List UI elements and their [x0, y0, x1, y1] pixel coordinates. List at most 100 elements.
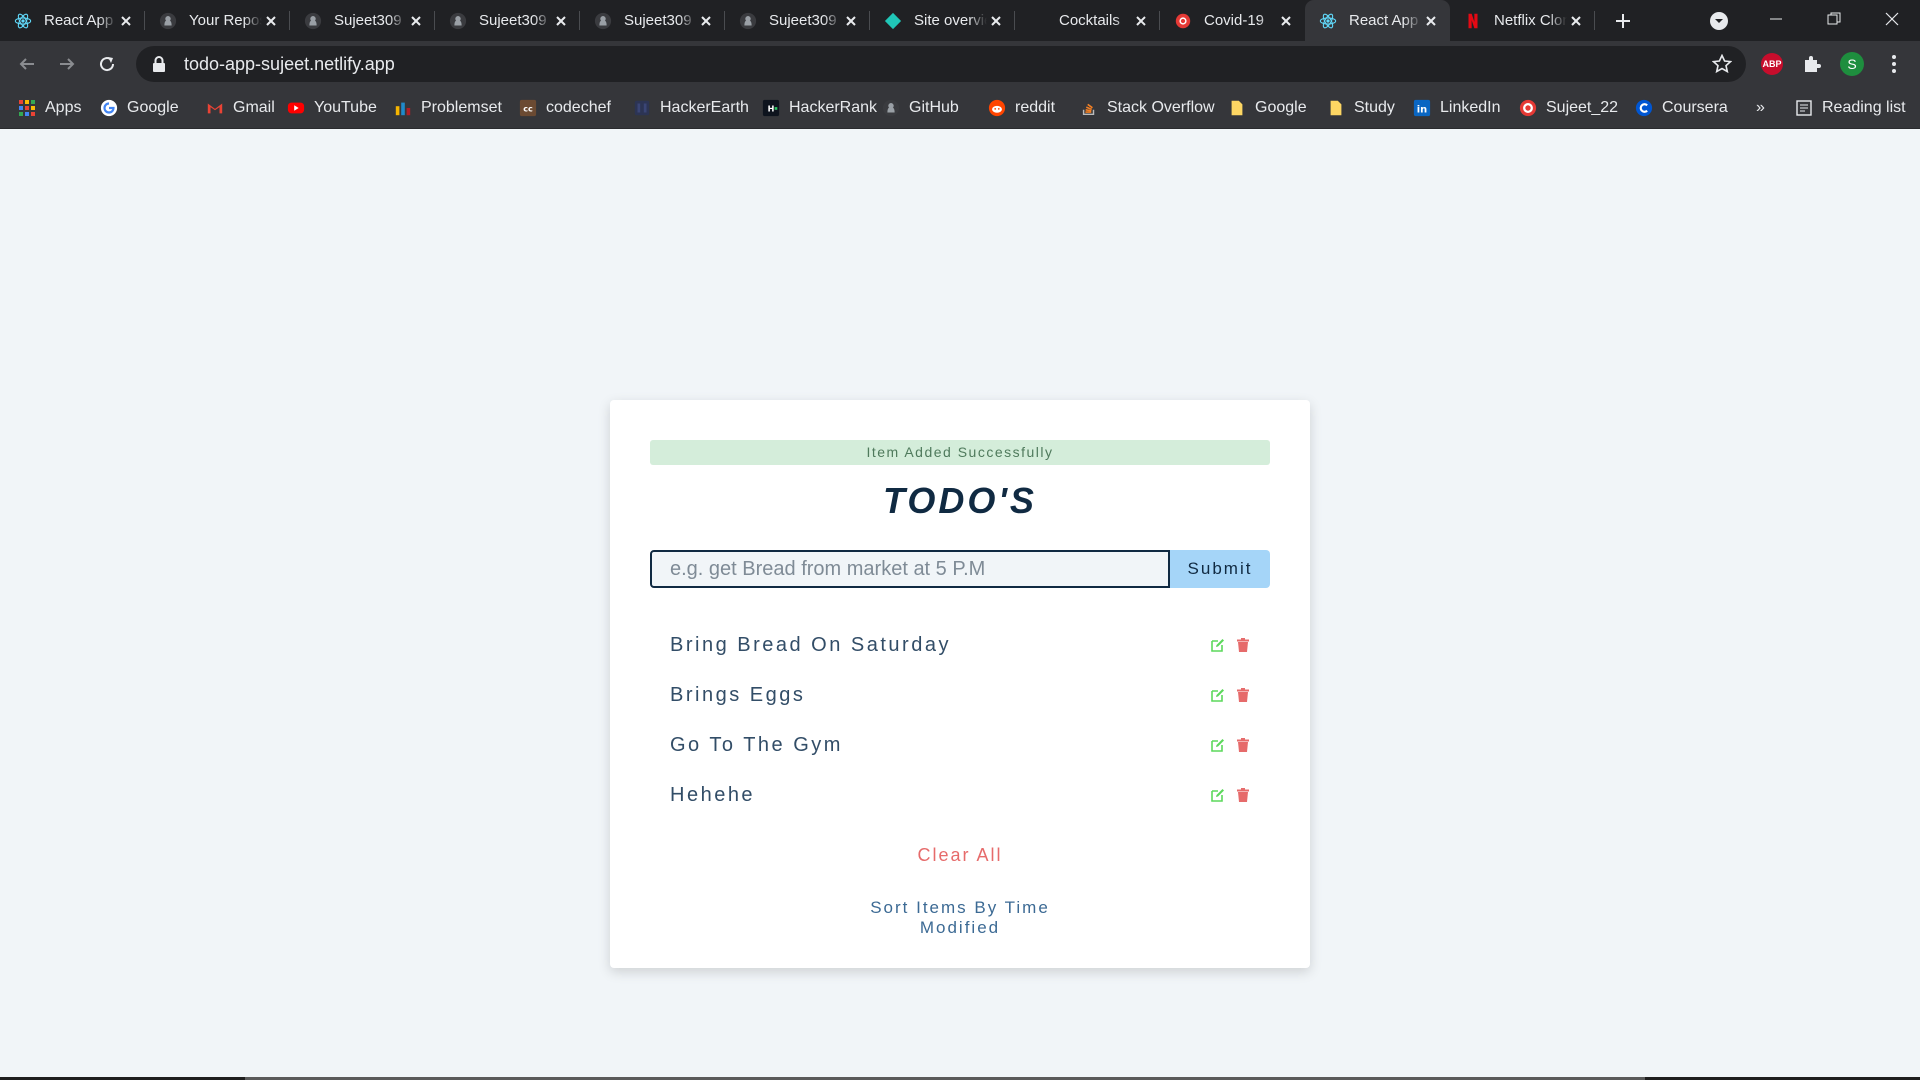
tab-active[interactable]: React App	[1305, 0, 1450, 41]
extensions-button[interactable]	[1800, 52, 1824, 76]
tab-title: Site overview	[914, 12, 987, 29]
new-tab-button[interactable]	[1603, 0, 1643, 41]
close-icon	[1885, 12, 1899, 26]
tab[interactable]: React App	[0, 0, 145, 41]
bookmark-sujeet-22[interactable]: Sujeet_22	[1519, 96, 1618, 120]
bookmark-label: Gmail	[233, 99, 275, 116]
address-bar[interactable]: todo-app-sujeet.netlify.app	[136, 46, 1746, 82]
close-window-button[interactable]	[1864, 0, 1920, 38]
tab[interactable]: Covid-19	[1160, 0, 1305, 41]
tab-close-icon[interactable]	[697, 12, 715, 30]
tab-close-icon[interactable]	[1132, 12, 1150, 30]
tab[interactable]: Sujeet309	[580, 0, 725, 41]
edit-icon[interactable]	[1210, 788, 1225, 803]
bookmark-apps[interactable]: Apps	[18, 96, 81, 120]
list-item: Brings Eggs	[650, 670, 1270, 720]
bookmark-stack-overflow[interactable]: Stack Overflow	[1080, 96, 1215, 120]
reload-button[interactable]	[92, 49, 122, 79]
list-item-title: Brings Eggs	[670, 683, 806, 706]
tab[interactable]: Your Repositories	[145, 0, 290, 41]
item-actions	[1210, 638, 1250, 653]
tab[interactable]: Sujeet309	[290, 0, 435, 41]
sort-button[interactable]: Sort Items By Time Modified	[840, 898, 1080, 938]
bookmark-youtube[interactable]: YouTube	[287, 96, 377, 120]
forward-button[interactable]	[52, 49, 82, 79]
list-item: Bring Bread On Saturday	[650, 620, 1270, 670]
bookmark-label: Coursera	[1662, 99, 1728, 116]
trash-icon[interactable]	[1235, 738, 1250, 753]
adblock-icon: ABP	[1761, 53, 1783, 75]
bookmark-problemset[interactable]: Problemset	[394, 96, 502, 120]
reading-list-label: Reading list	[1822, 99, 1906, 116]
tab-close-icon[interactable]	[407, 12, 425, 30]
bookmark-gmail[interactable]: Gmail	[206, 96, 275, 120]
bookmark-linkedin[interactable]: in LinkedIn	[1413, 96, 1501, 120]
tab-close-icon[interactable]	[262, 12, 280, 30]
restore-button[interactable]	[1806, 0, 1862, 38]
tab-strip: React App Your Repositories Sujeet309 Sujee…	[0, 0, 1920, 41]
linkedin-icon: in	[1413, 99, 1431, 117]
todo-input[interactable]	[650, 550, 1170, 588]
tab-close-icon[interactable]	[1277, 12, 1295, 30]
tab-title: React App	[1349, 12, 1419, 29]
tab-close-icon[interactable]	[842, 12, 860, 30]
bookmarks-overflow-button[interactable]: »	[1756, 96, 1765, 120]
bookmark-label: GitHub	[909, 99, 959, 116]
edit-icon[interactable]	[1210, 738, 1225, 753]
react-icon	[1319, 12, 1337, 30]
bookmark-study[interactable]: Study	[1327, 96, 1395, 120]
lock-icon	[153, 56, 165, 72]
tab-close-icon[interactable]	[1567, 12, 1585, 30]
trash-icon[interactable]	[1235, 688, 1250, 703]
bookmark-coursera[interactable]: Coursera	[1635, 96, 1728, 120]
reading-list-button[interactable]: Reading list	[1795, 96, 1906, 120]
tab[interactable]: Sujeet309	[725, 0, 870, 41]
tab-title: Sujeet309	[334, 12, 402, 29]
minimize-button[interactable]	[1748, 0, 1804, 38]
bookmark-google[interactable]: Google	[100, 96, 179, 120]
youtube-icon	[287, 99, 305, 117]
clear-all-button[interactable]: Clear All	[610, 845, 1310, 866]
tab-close-icon[interactable]	[1422, 12, 1440, 30]
bookmark-label: Apps	[45, 99, 82, 116]
tab-title: Sujeet309	[769, 12, 837, 29]
github-icon	[594, 12, 612, 30]
blank-icon	[1029, 12, 1047, 30]
tab[interactable]: Sujeet309	[435, 0, 580, 41]
edit-icon[interactable]	[1210, 688, 1225, 703]
bookmark-hackerrank[interactable]: H HackerRank	[762, 96, 877, 120]
tab[interactable]: Site overview	[870, 0, 1015, 41]
adblock-extension[interactable]: ABP	[1760, 52, 1784, 76]
submit-button[interactable]: Submit	[1170, 550, 1270, 588]
trash-icon[interactable]	[1235, 788, 1250, 803]
tab-close-icon[interactable]	[987, 12, 1005, 30]
profile-button[interactable]: S	[1840, 52, 1864, 76]
menu-button[interactable]	[1882, 52, 1906, 76]
back-button[interactable]	[12, 49, 42, 79]
list-item-title: Bring Bread On Saturday	[670, 633, 951, 656]
github-icon	[882, 99, 900, 117]
star-icon[interactable]	[1712, 54, 1732, 74]
github-icon	[739, 12, 757, 30]
todo-form: Submit	[650, 550, 1270, 588]
puzzle-icon	[1805, 56, 1821, 72]
tab[interactable]: Cocktails	[1015, 0, 1160, 41]
problemset-icon	[394, 99, 412, 117]
tab-search-button[interactable]	[1707, 9, 1731, 33]
bookmark-hackerearth[interactable]: HackerEarth	[633, 96, 749, 120]
bookmark-reddit[interactable]: reddit	[988, 96, 1055, 120]
tab[interactable]: Netflix Clone	[1450, 0, 1595, 41]
bookmark-label: Google	[127, 99, 179, 116]
gmail-icon	[206, 99, 224, 117]
item-actions	[1210, 688, 1250, 703]
minimize-icon	[1770, 18, 1782, 20]
tab-close-icon[interactable]	[552, 12, 570, 30]
edit-icon[interactable]	[1210, 638, 1225, 653]
bookmark-google[interactable]: Google	[1228, 96, 1307, 120]
bookmark-github[interactable]: GitHub	[882, 96, 959, 120]
trash-icon[interactable]	[1235, 638, 1250, 653]
url-text: todo-app-sujeet.netlify.app	[184, 53, 395, 74]
bookmark-label: Problemset	[421, 99, 502, 116]
tab-close-icon[interactable]	[117, 12, 135, 30]
bookmark-codechef[interactable]: cc codechef	[519, 96, 611, 120]
